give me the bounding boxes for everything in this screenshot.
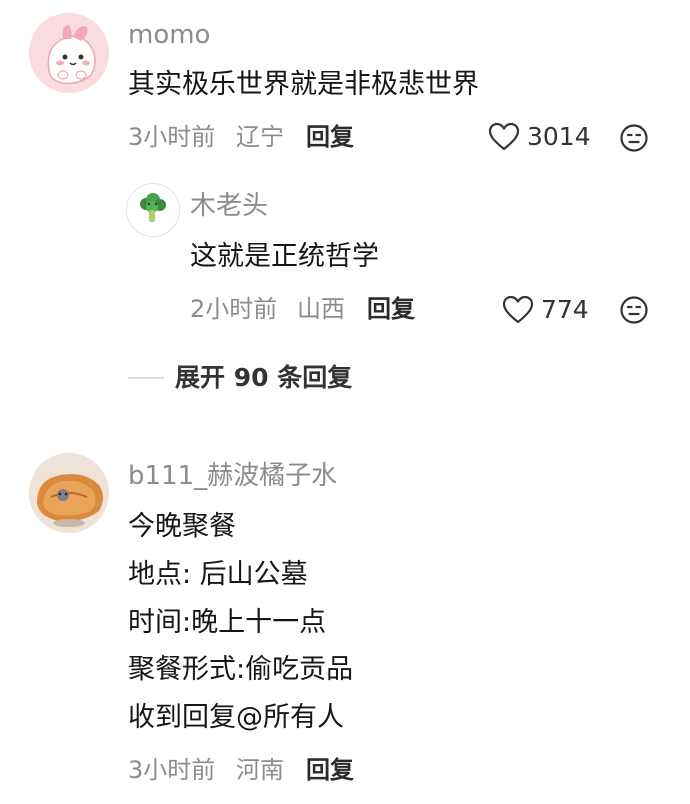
comment-location: 辽宁 — [236, 123, 284, 151]
reply-button[interactable]: 回复 — [306, 758, 354, 782]
like-count: 774 — [541, 295, 589, 324]
reply-button[interactable]: 回复 — [306, 125, 354, 149]
reply-time: 2小时前 — [190, 295, 278, 323]
comment-text: 其实极乐世界就是非极悲世界 — [128, 69, 479, 100]
comment-text-line: 地点: 后山公墓 — [128, 559, 308, 590]
comment-username[interactable]: b111_赫波橘子水 — [128, 463, 337, 489]
comment-time: 3小时前 — [128, 123, 216, 151]
comment-text-line: 收到回复@所有人 — [128, 702, 344, 733]
comment-text-line: 今晚聚餐 — [128, 511, 236, 542]
bread-cat-avatar-icon — [29, 453, 109, 533]
comment-item: b111_赫波橘子水 今晚聚餐 地点: 后山公墓 时间:晚上十一点 聚餐形式:偷… — [0, 440, 690, 804]
like-count: 3014 — [527, 122, 591, 151]
reply-button[interactable]: 回复 — [367, 297, 415, 321]
comment-location: 河南 — [236, 756, 284, 784]
reply-username[interactable]: 木老头 — [190, 193, 268, 219]
avatar[interactable] — [29, 13, 109, 93]
avatar[interactable] — [29, 453, 109, 533]
pink-bunny-avatar-icon — [29, 13, 109, 93]
reply-text: 这就是正统哲学 — [190, 241, 379, 272]
heart-outline-icon[interactable] — [502, 295, 534, 325]
expand-divider — [128, 377, 164, 379]
neutral-face-icon[interactable] — [619, 295, 649, 325]
comment-username[interactable]: momo — [128, 22, 210, 48]
avatar[interactable] — [126, 183, 180, 237]
comment-text-line: 聚餐形式:偷吃贡品 — [128, 654, 354, 685]
comment-text-line: 时间:晚上十一点 — [128, 607, 327, 638]
neutral-face-icon[interactable] — [619, 123, 649, 153]
heart-outline-icon[interactable] — [488, 122, 520, 152]
comment-item: momo 其实极乐世界就是非极悲世界 3小时前 辽宁 回复 3014 木老头 这… — [0, 0, 690, 400]
expand-replies-button[interactable]: 展开 90 条回复 — [175, 365, 352, 390]
comment-time: 3小时前 — [128, 756, 216, 784]
reply-location: 山西 — [297, 295, 345, 323]
broccoli-avatar-icon — [140, 193, 166, 222]
